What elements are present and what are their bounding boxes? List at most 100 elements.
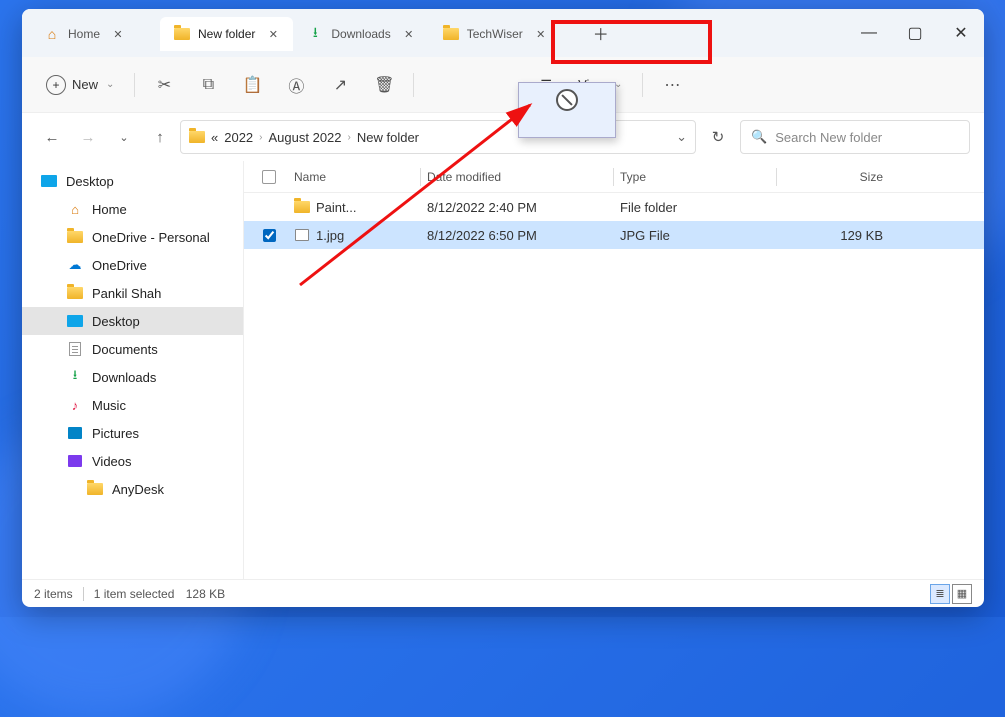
tab-new-folder[interactable]: New folder ✕ [160, 17, 293, 51]
breadcrumb-item[interactable]: August 2022 [269, 130, 342, 145]
onedrive-icon: ☁ [66, 257, 84, 273]
sidebar[interactable]: Desktop ⌂ Home OneDrive - Personal ☁ One… [22, 161, 244, 579]
body: Desktop ⌂ Home OneDrive - Personal ☁ One… [22, 161, 984, 579]
sidebar-item-desktop-sub[interactable]: Desktop [22, 307, 243, 335]
chevron-down-icon[interactable]: ⌄ [676, 129, 687, 145]
table-row[interactable]: Paint... 8/12/2022 2:40 PM File folder [244, 193, 984, 221]
file-type: JPG File [620, 228, 770, 243]
toolbar: + New ⌄ ✂ ⧉ 📋 Ⓐ ↗ 🗑 ☰ View ⌄ ⋯ [22, 57, 984, 113]
tab-label: Home [68, 27, 100, 41]
breadcrumb[interactable]: « 2022 › August 2022 › New folder ⌄ [180, 120, 696, 154]
titlebar: ⌂ Home ✕ New folder ✕ ⭳ Downloads ✕ Tech… [22, 9, 984, 57]
folder-icon [294, 199, 310, 215]
file-name: Paint... [316, 200, 356, 215]
image-icon [294, 227, 310, 243]
chevron-right-icon: › [348, 132, 351, 143]
sidebar-item-user[interactable]: Pankil Shah [22, 279, 243, 307]
share-icon: ↗ [334, 75, 347, 95]
paste-button[interactable]: 📋 [233, 67, 271, 103]
music-icon: ♪ [66, 398, 84, 413]
search-placeholder: Search New folder [775, 130, 882, 145]
back-button[interactable]: ← [36, 121, 68, 153]
breadcrumb-prefix: « [211, 130, 218, 145]
sidebar-item-anydesk[interactable]: AnyDesk [22, 475, 243, 503]
select-all-checkbox[interactable] [244, 170, 294, 184]
tab-techwiser[interactable]: TechWiser ✕ [429, 17, 579, 51]
folder-icon [66, 231, 84, 243]
close-icon[interactable]: ✕ [108, 24, 128, 44]
rename-button[interactable]: Ⓐ [277, 67, 315, 103]
close-icon[interactable]: ✕ [263, 24, 283, 44]
sidebar-item-music[interactable]: ♪ Music [22, 391, 243, 419]
column-date[interactable]: Date modified [427, 170, 607, 184]
status-count: 2 items [34, 587, 73, 601]
pictures-icon [66, 427, 84, 439]
sidebar-item-downloads[interactable]: ⭳ Downloads [22, 363, 243, 391]
new-label: New [72, 77, 98, 92]
tab-downloads[interactable]: ⭳ Downloads ✕ [293, 17, 428, 51]
forward-button[interactable]: → [72, 121, 104, 153]
sidebar-item-desktop[interactable]: Desktop [22, 167, 243, 195]
plus-icon: + [46, 75, 66, 95]
breadcrumb-item[interactable]: 2022 [224, 130, 253, 145]
window-controls: — ▢ ✕ [846, 15, 984, 51]
new-button[interactable]: + New ⌄ [36, 67, 124, 103]
recent-button[interactable]: ⌄ [108, 121, 140, 153]
sidebar-item-videos[interactable]: Videos [22, 447, 243, 475]
search-input[interactable]: 🔍 Search New folder [740, 120, 970, 154]
document-icon [66, 342, 84, 356]
more-button[interactable]: ⋯ [653, 67, 691, 103]
new-tab-button[interactable]: ＋ [585, 17, 617, 49]
sidebar-item-label: OneDrive - Personal [92, 230, 210, 245]
sidebar-item-label: Home [92, 202, 127, 217]
thumbnails-view-button[interactable]: ▦ [952, 584, 972, 604]
no-drop-icon [556, 89, 578, 111]
status-selection: 1 item selected [94, 587, 175, 601]
breadcrumb-item[interactable]: New folder [357, 130, 419, 145]
tab-home[interactable]: ⌂ Home ✕ [30, 17, 160, 51]
column-size[interactable]: Size [783, 170, 883, 184]
sidebar-item-label: Desktop [92, 314, 140, 329]
download-icon: ⭳ [307, 26, 323, 42]
maximize-button[interactable]: ▢ [892, 15, 938, 51]
close-icon[interactable]: ✕ [399, 24, 419, 44]
desktop-icon [40, 175, 58, 187]
close-icon[interactable]: ✕ [531, 24, 551, 44]
close-button[interactable]: ✕ [938, 15, 984, 51]
folder-icon [189, 129, 205, 145]
explorer-window: ⌂ Home ✕ New folder ✕ ⭳ Downloads ✕ Tech… [22, 9, 984, 607]
home-icon: ⌂ [66, 202, 84, 217]
delete-button[interactable]: 🗑 [365, 67, 403, 103]
details-view-button[interactable]: ≣ [930, 584, 950, 604]
file-rows: Paint... 8/12/2022 2:40 PM File folder 1… [244, 193, 984, 579]
divider [642, 73, 643, 97]
sidebar-item-label: Desktop [66, 174, 114, 189]
column-name[interactable]: Name [294, 170, 414, 184]
minimize-button[interactable]: — [846, 15, 892, 51]
chevron-down-icon: ⌄ [106, 79, 114, 90]
videos-icon [66, 455, 84, 467]
file-size: 129 KB [783, 228, 883, 243]
status-size: 128 KB [186, 587, 225, 601]
folder-icon [174, 26, 190, 42]
sidebar-item-pictures[interactable]: Pictures [22, 419, 243, 447]
tab-label: New folder [198, 27, 255, 41]
sidebar-item-label: OneDrive [92, 258, 147, 273]
row-checkbox[interactable] [244, 229, 294, 242]
sidebar-item-documents[interactable]: Documents [22, 335, 243, 363]
status-bar: 2 items 1 item selected 128 KB ≣ ▦ [22, 579, 984, 607]
refresh-button[interactable]: ↻ [700, 121, 736, 153]
share-button[interactable]: ↗ [321, 67, 359, 103]
copy-button[interactable]: ⧉ [189, 67, 227, 103]
divider [413, 73, 414, 97]
up-button[interactable]: ↑ [144, 121, 176, 153]
sidebar-item-label: Downloads [92, 370, 156, 385]
sidebar-item-onedrive-personal[interactable]: OneDrive - Personal [22, 223, 243, 251]
table-row[interactable]: 1.jpg 8/12/2022 6:50 PM JPG File 129 KB [244, 221, 984, 249]
column-type[interactable]: Type [620, 170, 770, 184]
search-icon: 🔍 [751, 129, 767, 145]
sidebar-item-onedrive[interactable]: ☁ OneDrive [22, 251, 243, 279]
tab-label: Downloads [331, 27, 390, 41]
cut-button[interactable]: ✂ [145, 67, 183, 103]
sidebar-item-home[interactable]: ⌂ Home [22, 195, 243, 223]
